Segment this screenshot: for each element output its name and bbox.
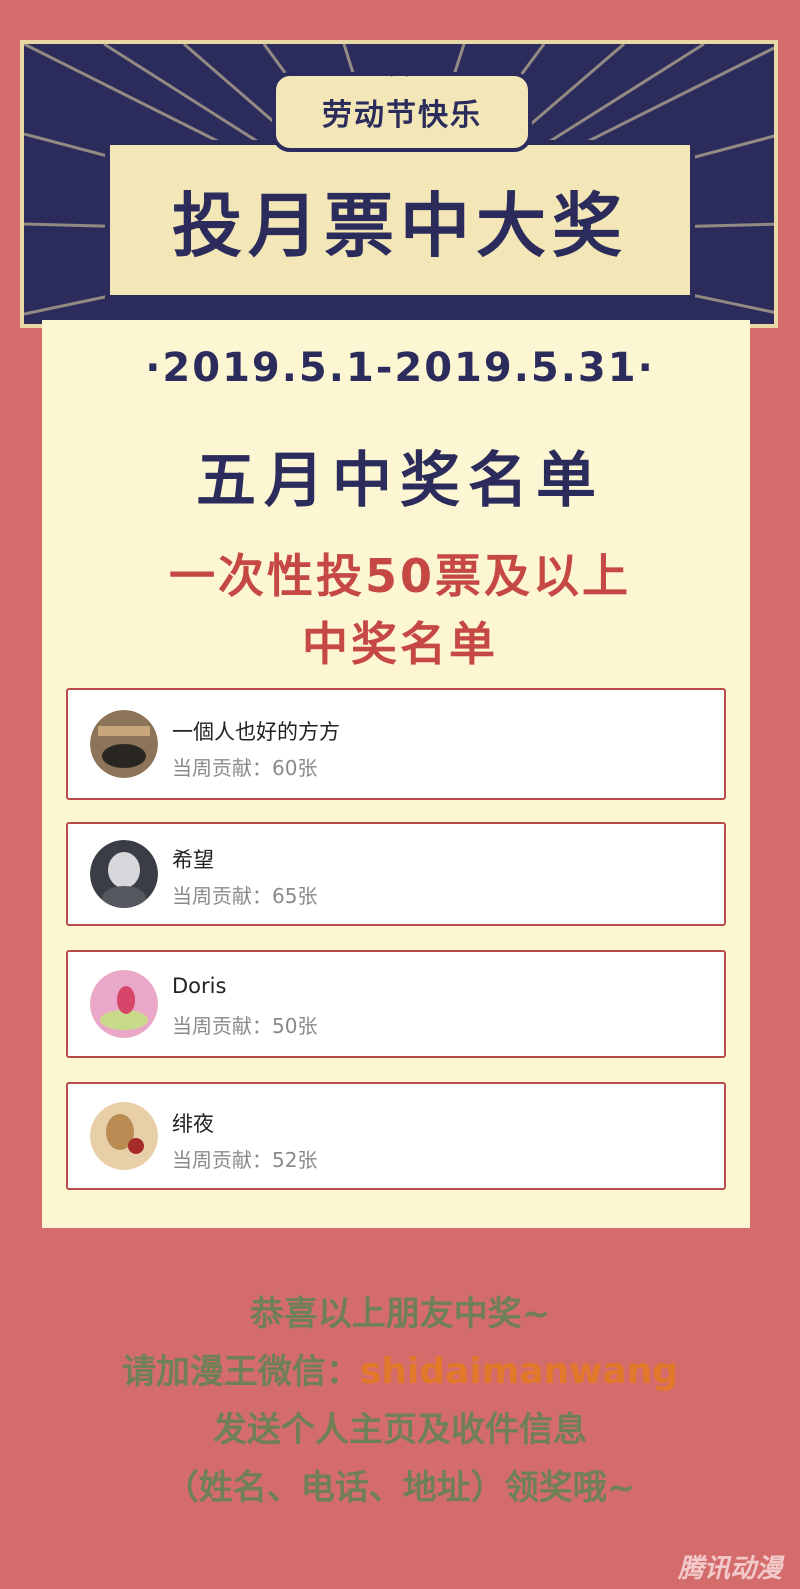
footer-wechat-prefix: 请加漫王微信：	[121, 1352, 360, 1392]
wechat-id: shidaimanwang	[359, 1351, 679, 1392]
winner-name: 绯夜	[172, 1112, 214, 1136]
date-range: ·2019.5.1-2019.5.31·	[145, 345, 655, 391]
winner-name: 一個人也好的方方	[172, 720, 340, 744]
avatar	[90, 840, 158, 908]
star-icon: ★	[384, 46, 415, 86]
footer-line-3: 发送个人主页及收件信息	[213, 1410, 587, 1450]
avatar	[90, 1102, 158, 1170]
page-title: 五月中奖名单	[196, 446, 604, 516]
winner-contribution: 当周贡献：65张	[172, 884, 318, 908]
footer-line-1: 恭喜以上朋友中奖~	[249, 1294, 551, 1334]
winner-contribution: 当周贡献：60张	[172, 756, 318, 780]
footer-line-4: （姓名、电话、地址）领奖哦~	[164, 1468, 636, 1508]
subtitle-line-2: 中奖名单	[302, 617, 498, 671]
avatar	[90, 970, 158, 1038]
winner-card: Doris 当周贡献：50张	[66, 950, 726, 1058]
winner-name: Doris	[172, 974, 227, 998]
avatar	[90, 710, 158, 778]
subtitle-line-1: 一次性投50票及以上	[168, 549, 631, 603]
winner-card: 绯夜 当周贡献：52张	[66, 1082, 726, 1190]
banner-title: 投月票中大奖	[105, 140, 695, 300]
watermark-logo: 腾讯动漫	[677, 1554, 782, 1584]
winner-contribution: 当周贡献：52张	[172, 1148, 318, 1172]
winner-contribution: 当周贡献：50张	[172, 1014, 318, 1038]
winner-card: 希望 当周贡献：65张	[66, 822, 726, 926]
footer-line-2: 请加漫王微信：shidaimanwang	[0, 1344, 800, 1393]
winner-name: 希望	[172, 848, 214, 872]
winner-card: 一個人也好的方方 当周贡献：60张	[66, 688, 726, 800]
